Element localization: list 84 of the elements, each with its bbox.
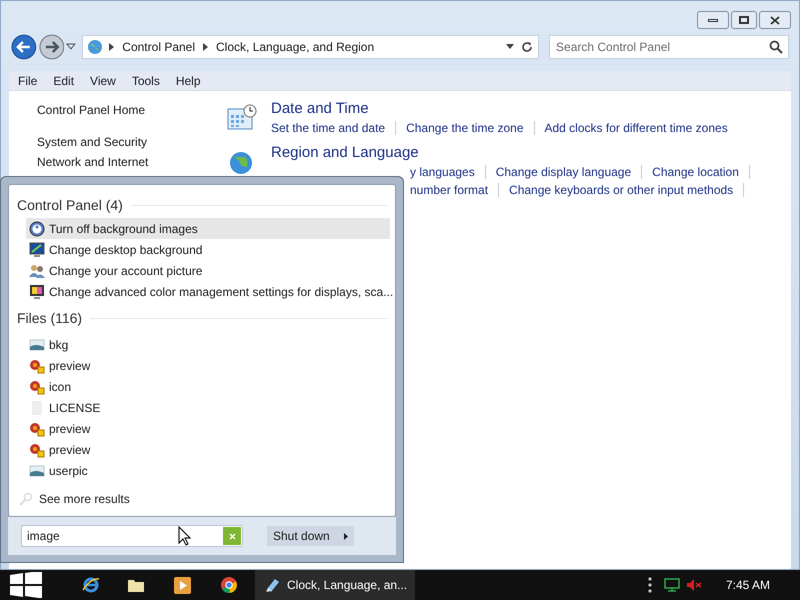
- paint-file-icon: [29, 358, 45, 374]
- menu-item[interactable]: View: [83, 72, 123, 90]
- result-label: LICENSE: [49, 400, 100, 416]
- result-label: bkg: [49, 336, 68, 354]
- monitor-icon: [29, 242, 45, 258]
- result-item[interactable]: preview: [26, 439, 390, 460]
- search-field[interactable]: Search Control Panel: [549, 35, 790, 59]
- sidebar-link[interactable]: Network and Internet: [37, 155, 219, 169]
- paint-file-icon: [29, 442, 45, 458]
- media-player-icon[interactable]: [174, 576, 191, 594]
- menu-item[interactable]: File: [11, 72, 44, 90]
- users-icon: [29, 262, 45, 278]
- group-heading: Files (116): [17, 308, 82, 328]
- sidebar-link[interactable]: System and Security: [37, 135, 219, 149]
- folder-icon[interactable]: [128, 578, 144, 592]
- result-label: preview: [49, 442, 90, 458]
- breadcrumb-item[interactable]: Clock, Language, and Region: [216, 38, 374, 56]
- result-item[interactable]: Change desktop background: [26, 239, 390, 260]
- task-link[interactable]: Change the time zone: [406, 119, 524, 137]
- forward-button[interactable]: [38, 34, 64, 60]
- search-icon: [19, 492, 33, 506]
- group-heading: Control Panel (4): [17, 196, 123, 215]
- result-label: icon: [49, 378, 72, 396]
- taskbar-window-button[interactable]: Clock, Language, an...: [255, 570, 415, 600]
- task-link[interactable]: Change keyboards or other input methods: [509, 181, 734, 199]
- result-label: preview: [49, 358, 90, 374]
- mouse-cursor-icon: [178, 526, 191, 546]
- task-link[interactable]: Change display language: [496, 163, 632, 181]
- task-link[interactable]: Add clocks for different time zones: [544, 119, 728, 137]
- start-button[interactable]: [10, 572, 42, 598]
- result-label: preview: [49, 420, 90, 438]
- paint-file-icon: [29, 420, 45, 436]
- image-file-icon: [29, 336, 45, 352]
- network-icon[interactable]: [664, 578, 680, 592]
- result-label: Change your account picture: [49, 262, 202, 280]
- menu-item[interactable]: Edit: [46, 72, 82, 90]
- result-label: userpic: [49, 462, 88, 480]
- result-item[interactable]: LICENSE: [26, 397, 390, 418]
- browser-icon[interactable]: [82, 576, 100, 594]
- minimize-button[interactable]: [697, 11, 729, 29]
- image-file-icon: [29, 462, 45, 478]
- search-field[interactable]: image: [21, 525, 243, 547]
- result-item[interactable]: Turn off background images: [26, 218, 390, 239]
- category-title-link[interactable]: Region and Language: [271, 143, 760, 163]
- result-item[interactable]: bkg: [26, 334, 390, 355]
- clear-icon: [228, 532, 236, 540]
- breadcrumb-item[interactable]: Control Panel: [122, 38, 196, 56]
- more-icon[interactable]: [648, 577, 652, 593]
- result-item[interactable]: preview: [26, 418, 390, 439]
- shut-down-button[interactable]: Shut down: [267, 526, 354, 546]
- chevron-icon[interactable]: [109, 43, 114, 51]
- speaker-muted-icon[interactable]: [686, 578, 702, 592]
- sidebar-link[interactable]: Control Panel Home: [37, 103, 219, 117]
- address-bar[interactable]: Control Panel Clock, Language, and Region: [82, 35, 540, 59]
- close-icon: [770, 16, 780, 24]
- task-link[interactable]: Change location: [652, 163, 739, 181]
- globe-icon: [87, 39, 104, 55]
- color-monitor-icon: [29, 284, 45, 300]
- clock-time[interactable]: 7:45 AM: [726, 576, 770, 594]
- result-item[interactable]: preview: [26, 355, 390, 376]
- search-icon: [769, 40, 784, 54]
- menu-item[interactable]: Help: [168, 72, 208, 90]
- back-button[interactable]: [11, 34, 37, 60]
- task-link[interactable]: y languages: [410, 163, 475, 181]
- refresh-icon[interactable]: [520, 40, 534, 54]
- arrow-icon: [344, 532, 348, 540]
- chevron-icon[interactable]: [203, 43, 208, 51]
- result-item[interactable]: userpic: [26, 460, 390, 481]
- result-item[interactable]: Change your account picture: [26, 260, 390, 281]
- dropdown-icon[interactable]: [506, 44, 514, 50]
- dropdown-icon[interactable]: [66, 43, 76, 51]
- result-label: Change desktop background: [49, 242, 202, 258]
- chrome-icon[interactable]: [221, 577, 237, 593]
- category-title-link[interactable]: Date and Time: [271, 99, 728, 119]
- accessibility-icon: [29, 220, 45, 236]
- menu-item[interactable]: Tools: [124, 72, 167, 90]
- task-link[interactable]: number format: [410, 181, 488, 199]
- close-button[interactable]: [759, 11, 791, 29]
- restore-button[interactable]: [731, 11, 757, 29]
- result-item[interactable]: icon: [26, 376, 390, 397]
- see-more-results-link[interactable]: See more results: [39, 490, 130, 508]
- result-label: Turn off background images: [49, 220, 198, 238]
- paint-file-icon: [29, 378, 45, 394]
- task-link[interactable]: Set the time and date: [271, 119, 386, 137]
